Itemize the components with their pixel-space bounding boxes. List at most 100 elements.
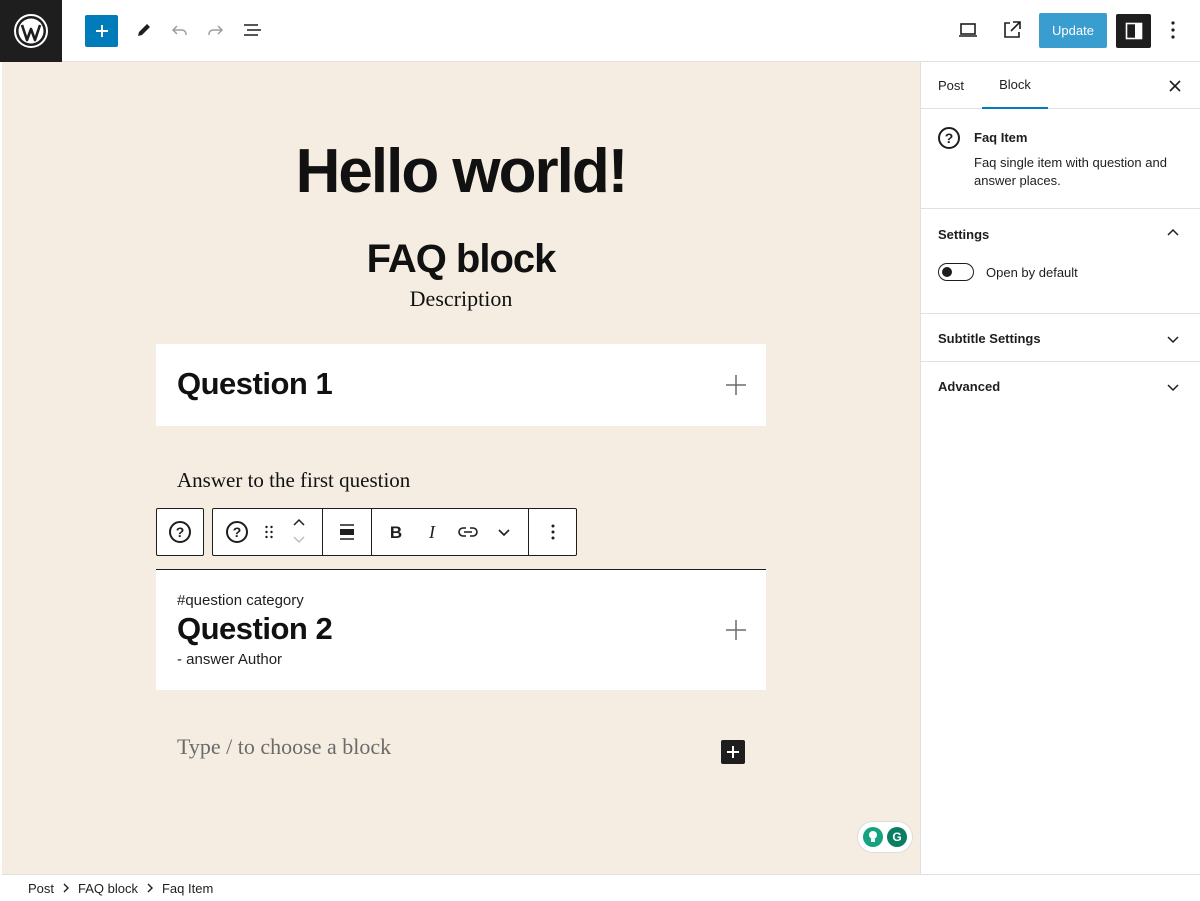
move-down-button[interactable] bbox=[287, 535, 311, 549]
subtitle-settings-panel[interactable]: Subtitle Settings bbox=[921, 314, 1200, 362]
options-menu-button[interactable] bbox=[1156, 13, 1190, 47]
tab-block[interactable]: Block bbox=[982, 62, 1048, 109]
svg-text:?: ? bbox=[945, 130, 954, 146]
move-up-button[interactable] bbox=[287, 517, 311, 531]
list-view-button[interactable] bbox=[235, 13, 269, 47]
faq-item-icon: ? bbox=[938, 127, 960, 149]
redo-icon bbox=[208, 25, 224, 35]
redo-button[interactable] bbox=[198, 13, 232, 47]
expand-plus-icon[interactable] bbox=[724, 373, 748, 397]
editor-canvas: Hello world! FAQ block Description Quest… bbox=[2, 62, 920, 874]
list-view-icon bbox=[244, 24, 261, 36]
panel-title[interactable]: Subtitle Settings bbox=[938, 331, 1041, 346]
sidebar-tabs: Post Block bbox=[921, 62, 1200, 109]
expand-plus-icon[interactable] bbox=[724, 618, 748, 642]
block-placeholder[interactable]: Type / to choose a block bbox=[177, 734, 391, 760]
block-description: Faq single item with question and answer… bbox=[974, 155, 1167, 188]
alignment-group bbox=[323, 509, 372, 555]
plus-icon bbox=[95, 25, 108, 37]
faq-item-1[interactable]: Question 1 bbox=[156, 344, 766, 426]
plus-icon bbox=[727, 746, 739, 758]
svg-text:?: ? bbox=[176, 524, 185, 540]
chevron-down-icon[interactable] bbox=[1165, 331, 1181, 347]
chevron-right-icon bbox=[54, 883, 78, 893]
svg-text:?: ? bbox=[233, 524, 242, 540]
panel-title[interactable]: Settings bbox=[938, 227, 989, 242]
pencil-icon bbox=[138, 24, 150, 36]
drag-handle[interactable] bbox=[257, 520, 281, 544]
settings-toggle-button[interactable] bbox=[1116, 14, 1151, 48]
close-icon bbox=[1169, 80, 1181, 92]
chevron-up-icon[interactable] bbox=[1165, 225, 1181, 241]
block-name: Faq Item bbox=[974, 130, 1028, 145]
move-down-icon bbox=[293, 536, 305, 544]
link-icon bbox=[458, 527, 478, 537]
post-title[interactable]: Hello world! bbox=[2, 136, 920, 207]
italic-icon: I bbox=[428, 522, 436, 542]
move-up-icon bbox=[293, 518, 305, 526]
tab-post[interactable]: Post bbox=[938, 62, 964, 109]
preview-button[interactable] bbox=[951, 13, 985, 47]
panel-title[interactable]: Advanced bbox=[938, 379, 1000, 394]
toggle-label[interactable]: Open by default bbox=[986, 265, 1078, 280]
breadcrumb-item: Faq Item bbox=[161, 880, 214, 896]
faq-block-title[interactable]: FAQ block bbox=[2, 237, 920, 282]
block-type-button[interactable]: ? bbox=[225, 520, 249, 544]
settings-panel: Settings bbox=[921, 209, 1200, 314]
align-button[interactable] bbox=[335, 520, 359, 544]
open-by-default-toggle[interactable] bbox=[938, 263, 974, 281]
format-group: B I bbox=[372, 509, 529, 555]
advanced-panel[interactable]: Advanced bbox=[921, 362, 1200, 410]
svg-text:B: B bbox=[390, 523, 402, 542]
block-inserter-button[interactable] bbox=[721, 740, 745, 764]
align-icon bbox=[340, 524, 354, 540]
block-card: ? Faq Item Faq single item with question… bbox=[921, 109, 1200, 209]
grammarly-icon: G bbox=[887, 827, 907, 847]
chevron-right-icon bbox=[138, 883, 162, 893]
options-icon bbox=[551, 524, 555, 540]
breadcrumb: Post FAQ block Faq Item bbox=[2, 874, 1200, 901]
tools-button[interactable] bbox=[127, 13, 161, 47]
block-toolbar: ? B I bbox=[212, 508, 577, 556]
undo-icon bbox=[171, 25, 187, 35]
more-formatting-button[interactable] bbox=[492, 520, 516, 544]
block-options-button[interactable] bbox=[541, 520, 565, 544]
select-parent-block-button[interactable]: ? bbox=[156, 508, 204, 556]
sidebar-icon bbox=[1125, 22, 1142, 40]
undo-button[interactable] bbox=[163, 13, 197, 47]
view-post-button[interactable] bbox=[995, 13, 1029, 47]
settings-sidebar: Post Block ? Faq Item Faq single item wi… bbox=[920, 62, 1200, 874]
add-block-button[interactable] bbox=[85, 15, 118, 47]
close-sidebar-button[interactable] bbox=[1163, 74, 1187, 98]
drag-handle-icon bbox=[265, 525, 273, 539]
question-text[interactable]: Question 1 bbox=[177, 366, 333, 402]
breadcrumb-item[interactable]: Post bbox=[28, 881, 54, 896]
lightbulb-icon bbox=[863, 827, 883, 847]
wordpress-logo-icon bbox=[14, 14, 48, 48]
faq-parent-icon: ? bbox=[169, 521, 191, 543]
link-button[interactable] bbox=[456, 520, 480, 544]
svg-text:I: I bbox=[428, 522, 436, 542]
answer-text[interactable]: Answer to the first question bbox=[177, 468, 410, 493]
question-text[interactable]: Question 2 bbox=[177, 611, 333, 647]
wordpress-logo[interactable] bbox=[0, 0, 62, 62]
toggle-knob bbox=[942, 267, 952, 277]
external-link-icon bbox=[1004, 21, 1021, 38]
desktop-preview-icon bbox=[959, 23, 977, 37]
more-vertical-icon bbox=[1171, 21, 1175, 39]
bold-icon: B bbox=[390, 523, 402, 542]
question-category[interactable]: #question category bbox=[177, 592, 304, 609]
breadcrumb-item[interactable]: FAQ block bbox=[78, 881, 138, 896]
bold-button[interactable]: B bbox=[384, 520, 408, 544]
faq-block-description[interactable]: Description bbox=[2, 286, 920, 312]
block-switcher-group: ? bbox=[213, 509, 323, 555]
faq-item-icon: ? bbox=[226, 521, 248, 543]
faq-item-2[interactable]: #question category Question 2 - answer A… bbox=[156, 569, 766, 690]
italic-button[interactable]: I bbox=[420, 520, 444, 544]
chevron-down-icon[interactable] bbox=[1165, 379, 1181, 395]
editor-header: Update bbox=[0, 0, 1200, 62]
more-options-chevron-icon bbox=[498, 529, 510, 537]
answer-author[interactable]: - answer Author bbox=[177, 651, 282, 668]
grammarly-widget[interactable]: G bbox=[858, 822, 912, 852]
update-button[interactable]: Update bbox=[1039, 13, 1107, 48]
